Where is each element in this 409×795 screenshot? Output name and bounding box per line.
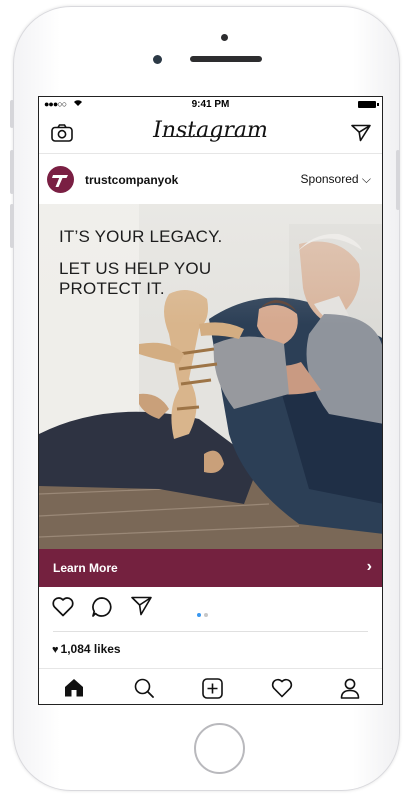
chevron-right-icon: › [366, 558, 372, 575]
phone-screen: ●●●○○ 9:41 PM Instagram trustcompanyok S… [38, 96, 383, 705]
profile-icon[interactable] [340, 678, 360, 704]
bottom-tab-bar [39, 668, 382, 704]
like-icon[interactable] [51, 596, 75, 622]
volume-down-button [10, 204, 14, 248]
share-icon[interactable] [131, 596, 152, 621]
earpiece-speaker [190, 56, 262, 62]
power-button [396, 150, 400, 210]
front-camera [153, 55, 162, 64]
header-divider [162, 136, 260, 137]
avatar[interactable] [47, 166, 74, 193]
post-header: trustcompanyok Sponsored ⌵ [39, 154, 382, 204]
status-bar: ●●●○○ 9:41 PM [39, 97, 382, 113]
carousel-indicator [197, 604, 211, 622]
direct-message-icon[interactable] [351, 124, 371, 147]
ad-subheadline: LET US HELP YOU PROTECT IT. [59, 259, 212, 298]
proximity-sensor [221, 34, 228, 41]
ad-headline: IT’S YOUR LEGACY. [59, 227, 223, 246]
app-header: Instagram [39, 113, 382, 154]
battery-icon [358, 101, 379, 108]
status-time: 9:41 PM [191, 99, 230, 110]
comment-icon[interactable] [91, 596, 113, 623]
app-logo: Instagram [153, 118, 268, 143]
photo-scene [39, 204, 382, 549]
home-button[interactable] [194, 723, 245, 774]
heart-icon: ♥ [52, 644, 59, 656]
sponsored-label[interactable]: Sponsored ⌵ [301, 172, 371, 187]
ad-image[interactable]: IT’S YOUR LEGACY. LET US HELP YOU PROTEC… [39, 204, 382, 549]
carousel-dot [197, 613, 201, 617]
search-icon[interactable] [134, 678, 154, 703]
post-actions [39, 587, 382, 623]
new-post-icon[interactable] [202, 678, 223, 704]
home-icon[interactable] [64, 678, 84, 702]
likes-count[interactable]: ♥ 1,084 likes [52, 642, 121, 656]
carousel-dot [204, 613, 208, 617]
activity-icon[interactable] [271, 678, 293, 703]
volume-up-button [10, 150, 14, 194]
likes-label: 1,084 likes [60, 642, 121, 656]
cta-label: Learn More [53, 561, 118, 575]
account-name[interactable]: trustcompanyok [85, 173, 178, 187]
mute-switch [10, 100, 14, 128]
learn-more-button[interactable]: Learn More › [39, 549, 382, 587]
divider [53, 631, 368, 632]
